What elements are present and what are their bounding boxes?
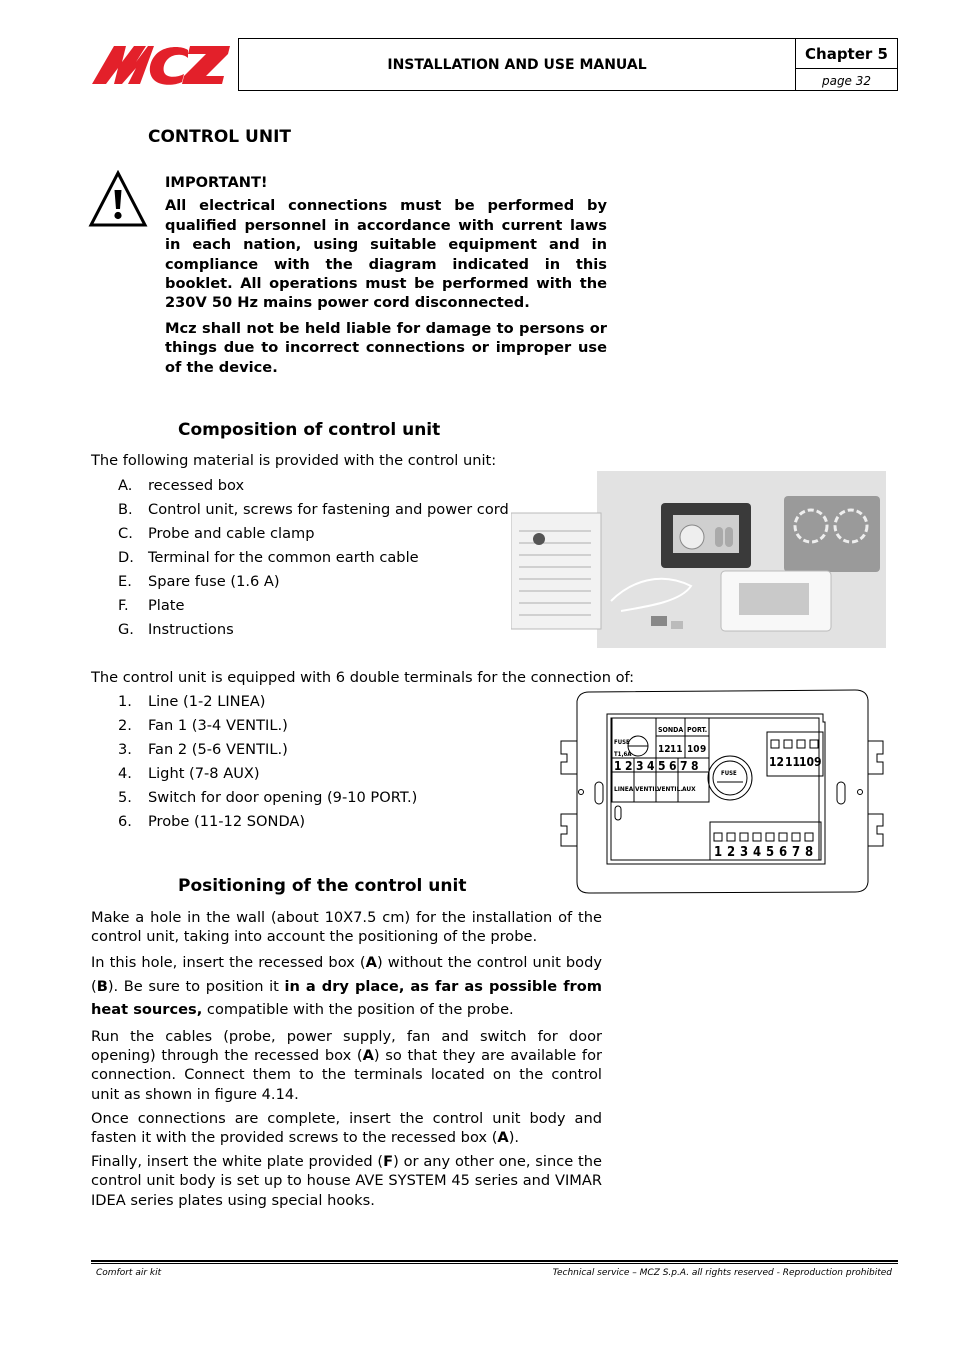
diagram-number: 7 — [792, 845, 800, 860]
list-item: 4. Light (7-8 AUX) — [118, 765, 260, 782]
terminals-list: 1. Line (1-2 LINEA) 2. Fan 1 (3-4 VENTIL.)… — [118, 690, 518, 834]
diagram-number: 7 — [680, 759, 688, 773]
page-number: page 32 — [821, 73, 872, 88]
paragraph: Run the cables (probe, power supply, fan… — [91, 1027, 602, 1103]
diagram-number: 5 — [658, 759, 666, 773]
manual-title: INSTALLATION AND USE MANUAL — [238, 38, 796, 91]
paragraph: Once connections are complete, insert th… — [91, 1109, 602, 1146]
diagram-number: 5 — [766, 845, 774, 860]
diagram-number: 12 — [769, 755, 784, 769]
mcz-logo — [92, 46, 230, 85]
diagram-fuse-holder-label: FUSE — [721, 770, 737, 777]
composition-intro: The following material is provided with … — [91, 452, 497, 469]
positioning-heading: Positioning of the control unit — [178, 876, 467, 896]
warning-paragraph: Mcz shall not be held liable for damage … — [165, 319, 607, 376]
diagram-number: 8 — [691, 759, 699, 773]
warning-paragraph: All electrical connections must be perfo… — [165, 197, 607, 312]
diagram-fuse-label: FUSE — [614, 739, 630, 746]
list-item: 6. Probe (11-12 SONDA) — [118, 813, 306, 830]
list-item: E. Spare fuse (1.6 A) — [118, 573, 280, 590]
list-item: G. Instructions — [118, 621, 234, 638]
diagram-label: AUX — [682, 785, 696, 793]
diagram-number: 1 — [614, 759, 622, 773]
terminal-diagram: SONDA PORT. 12 11 10 9 FUSE T1,6A 1 2 3 … — [560, 689, 884, 894]
diagram-number: 6 — [669, 759, 677, 773]
diagram-number: 11 — [785, 755, 800, 769]
diagram-number: 2 — [727, 845, 735, 860]
list-item: 3. Fan 2 (5-6 VENTIL.) — [118, 741, 288, 758]
warning-block: IMPORTANT! All electrical connections mu… — [165, 173, 607, 383]
diagram-number: 11 — [670, 744, 683, 755]
diagram-number: 1 — [714, 845, 722, 860]
list-item: 5. Switch for door opening (9-10 PORT.) — [118, 789, 418, 806]
diagram-number: 3 — [740, 845, 748, 860]
diagram-number: 4 — [753, 845, 761, 860]
list-item: A. recessed box — [118, 477, 245, 494]
diagram-number: 3 — [636, 759, 644, 773]
terminals-intro: The control unit is equipped with 6 doub… — [91, 669, 635, 686]
list-item: 1. Line (1-2 LINEA) — [118, 693, 266, 710]
paragraph: Finally, insert the white plate provided… — [91, 1153, 602, 1209]
list-item: C. Probe and cable clamp — [118, 525, 315, 542]
composition-heading: Composition of control unit — [178, 420, 441, 440]
warning-title: IMPORTANT! — [165, 174, 268, 191]
list-item: F. Plate — [118, 597, 185, 614]
list-item: D. Terminal for the common earth cable — [118, 549, 419, 566]
footer-right: Technical service – MCZ S.p.A. all right… — [552, 1268, 892, 1278]
diagram-label: VENTIL. — [657, 785, 683, 793]
section-title: CONTROL UNIT — [148, 127, 291, 147]
positioning-body: Make a hole in the wall (about 10X7.5 cm… — [91, 908, 602, 1215]
diagram-label: PORT. — [687, 726, 707, 734]
diagram-number: 12 — [658, 744, 671, 755]
diagram-number: 10 — [687, 744, 700, 755]
diagram-number: 10 — [799, 755, 814, 769]
diagram-number: 4 — [647, 759, 655, 773]
composition-list: A. recessed box B. Control unit, screws fo… — [118, 474, 518, 642]
diagram-number: 9 — [700, 744, 706, 755]
diagram-fuse-rating: T1,6A — [614, 751, 632, 758]
list-item: B. Control unit, screws for fastening and… — [118, 501, 509, 518]
warning-triangle-icon — [88, 170, 148, 227]
paragraph: Make a hole in the wall (about 10X7.5 cm… — [91, 909, 602, 946]
diagram-label: SONDA — [658, 726, 683, 734]
diagram-number: 2 — [625, 759, 633, 773]
diagram-number: 8 — [805, 845, 813, 860]
kit-photo — [511, 471, 886, 648]
diagram-number: 9 — [814, 755, 822, 769]
diagram-label: LINEA — [614, 785, 634, 793]
chapter-label: Chapter 5 — [796, 39, 897, 69]
chapter-box: Chapter 5 page 32 — [795, 38, 898, 91]
footer-left: Comfort air kit — [96, 1268, 162, 1278]
paragraph: In this hole, insert the recessed box (A… — [91, 954, 603, 1019]
diagram-number: 6 — [779, 845, 787, 860]
list-item: 2. Fan 1 (3-4 VENTIL.) — [118, 717, 288, 734]
footer-divider — [91, 1260, 898, 1264]
